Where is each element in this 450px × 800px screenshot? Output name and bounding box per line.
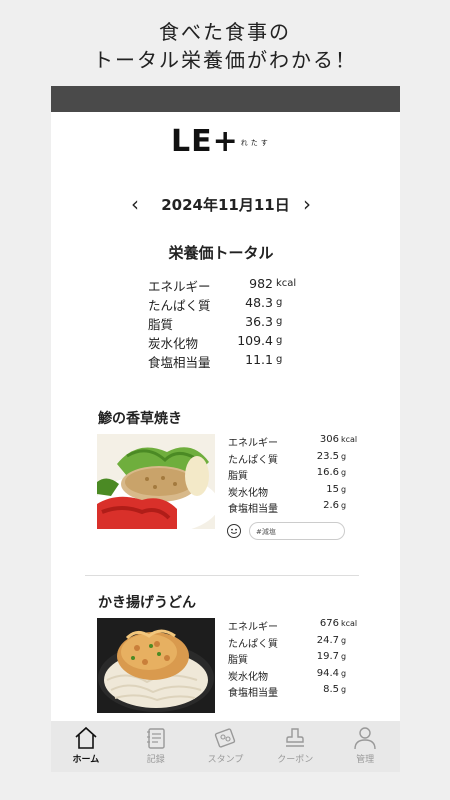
- app-logo: LE+ れたす: [171, 124, 271, 159]
- nutrient-value: 11.1: [245, 352, 273, 367]
- tab-label: 記録: [146, 755, 165, 765]
- totals-row-salt: 食塩相当量 11.1 g: [148, 352, 308, 371]
- coupon-stamp-icon: [286, 728, 305, 747]
- totals-row-carbs: 炭水化物 109.4 g: [148, 333, 308, 352]
- nutrient-unit: kcal: [341, 435, 358, 444]
- totals-row-energy: エネルギー 982 kcal: [148, 276, 308, 295]
- meal-divider: [85, 575, 359, 576]
- nutrient-label: 脂質: [148, 317, 174, 332]
- logo-sub: れたす: [240, 138, 271, 147]
- nutrient-row: たんぱく質 23.5 g: [228, 451, 348, 468]
- meal-nutrients: エネルギー 676 kcal たんぱく質 24.7 g 脂質 19.7 g 炭水…: [228, 618, 357, 701]
- nutrient-row: 炭水化物 94.4 g: [228, 668, 348, 685]
- date-navigator: ‹ 2024年11月11日 ›: [51, 190, 400, 220]
- nutrient-unit: g: [341, 668, 347, 678]
- tab-coupon[interactable]: クーポン: [260, 721, 330, 772]
- nutrient-label: 炭水化物: [148, 336, 199, 351]
- current-date: 2024年11月11日: [161, 196, 290, 214]
- tab-manage[interactable]: 管理: [330, 721, 400, 772]
- nutrient-unit: g: [341, 501, 347, 510]
- nutrient-label: たんぱく質: [228, 454, 278, 466]
- nutrient-value: 24.7: [316, 634, 339, 646]
- nutrient-row: 脂質 16.6 g: [228, 467, 348, 484]
- meal-name: 鯵の香草焼き: [98, 411, 182, 427]
- nutrient-unit: g: [341, 484, 347, 494]
- home-icon: [75, 726, 97, 749]
- meal-name: かき揚げうどん: [98, 595, 196, 611]
- nutrient-label: 脂質: [228, 655, 248, 666]
- tab-home[interactable]: ホーム: [51, 721, 121, 772]
- nutrient-unit: g: [341, 451, 347, 461]
- totals-row-protein: たんぱく質 48.3 g: [148, 295, 308, 314]
- memo-tag-field[interactable]: #減塩: [249, 522, 345, 540]
- nutrient-label: 食塩相当量: [228, 688, 278, 699]
- nutrient-unit: kcal: [341, 619, 358, 628]
- nutrient-unit: g: [341, 652, 347, 661]
- smiley-face-icon[interactable]: [227, 524, 241, 538]
- tab-label: 管理: [356, 755, 375, 765]
- nutrient-unit: g: [341, 635, 347, 645]
- chevron-right-icon[interactable]: ›: [303, 190, 311, 218]
- phone-screen: LE+ れたす ‹ 2024年11月11日 › 栄養価トータル エネルギー 982…: [51, 86, 400, 772]
- nutrient-unit: kcal: [276, 278, 297, 289]
- nutrient-label: 脂質: [228, 471, 248, 482]
- nutrient-unit: g: [276, 316, 283, 327]
- nutrient-label: たんぱく質: [228, 638, 278, 650]
- stamp-card-icon: [215, 728, 236, 748]
- nutrient-value: 23.5: [316, 450, 339, 462]
- meal-photo-udon: [97, 618, 215, 713]
- nutrient-value: 982: [249, 276, 273, 291]
- bottom-tab-bar: ホーム 記録 スタンプ クーポン 管理: [51, 721, 400, 772]
- notebook-icon: [146, 728, 165, 749]
- nutrient-value: 306: [319, 434, 339, 445]
- totals-table: エネルギー 982 kcal たんぱく質 48.3 g 脂質 36.3 g 炭水…: [148, 276, 308, 371]
- nutrient-unit: g: [276, 335, 283, 346]
- status-bar: [51, 86, 400, 112]
- nutrient-value: 676: [319, 618, 339, 629]
- tab-label: クーポン: [277, 755, 314, 765]
- nutrient-unit: g: [341, 685, 347, 694]
- logo-main: LE+: [171, 124, 239, 159]
- tab-label: スタンプ: [207, 755, 244, 765]
- promo-line-1: 食べた食事の: [159, 20, 291, 44]
- nutrient-label: 炭水化物: [228, 671, 268, 683]
- nutrient-row: 脂質 19.7 g: [228, 651, 348, 668]
- nutrient-row: 炭水化物 15 g: [228, 484, 348, 501]
- nutrient-label: たんぱく質: [148, 298, 211, 313]
- nutrient-value: 15: [326, 483, 339, 495]
- promo-caption: 食べた食事の トータル栄養価がわかる！: [0, 18, 450, 74]
- nutrient-value: 19.7: [316, 651, 339, 662]
- tab-label: ホーム: [72, 755, 100, 765]
- nutrient-label: 食塩相当量: [228, 504, 278, 515]
- nutrient-label: 炭水化物: [228, 487, 268, 499]
- tab-record[interactable]: 記録: [121, 721, 191, 772]
- nutrient-label: エネルギー: [148, 279, 211, 294]
- tab-stamp[interactable]: スタンプ: [191, 721, 261, 772]
- nutrient-value: 94.4: [316, 667, 339, 679]
- meal-photo-grilled-fish: [97, 434, 215, 529]
- nutrient-unit: g: [276, 354, 283, 365]
- nutrient-value: 109.4: [237, 333, 273, 348]
- nutrient-label: エネルギー: [228, 622, 278, 633]
- nutrient-value: 2.6: [323, 500, 339, 511]
- nutrient-row: エネルギー 306 kcal: [228, 434, 357, 451]
- meal-memo: #減塩: [227, 522, 347, 542]
- nutrient-row: たんぱく質 24.7 g: [228, 635, 348, 652]
- person-icon: [354, 727, 376, 750]
- nutrient-value: 16.6: [316, 467, 339, 478]
- totals-title: 栄養価トータル: [168, 244, 274, 262]
- nutrient-unit: g: [276, 297, 283, 308]
- nutrient-row: 食塩相当量 2.6 g: [228, 500, 348, 517]
- nutrient-label: 食塩相当量: [148, 355, 211, 370]
- nutrient-row: 食塩相当量 8.5 g: [228, 684, 348, 701]
- meal-nutrients: エネルギー 306 kcal たんぱく質 23.5 g 脂質 16.6 g 炭水…: [228, 434, 357, 517]
- nutrient-value: 48.3: [245, 295, 273, 310]
- totals-row-fat: 脂質 36.3 g: [148, 314, 308, 333]
- nutrient-value: 36.3: [245, 314, 273, 329]
- promo-line-2: トータル栄養価がわかる！: [93, 48, 357, 72]
- nutrient-row: エネルギー 676 kcal: [228, 618, 357, 635]
- nutrient-unit: g: [341, 468, 347, 477]
- nutrient-label: エネルギー: [228, 438, 278, 449]
- nutrient-value: 8.5: [323, 684, 339, 695]
